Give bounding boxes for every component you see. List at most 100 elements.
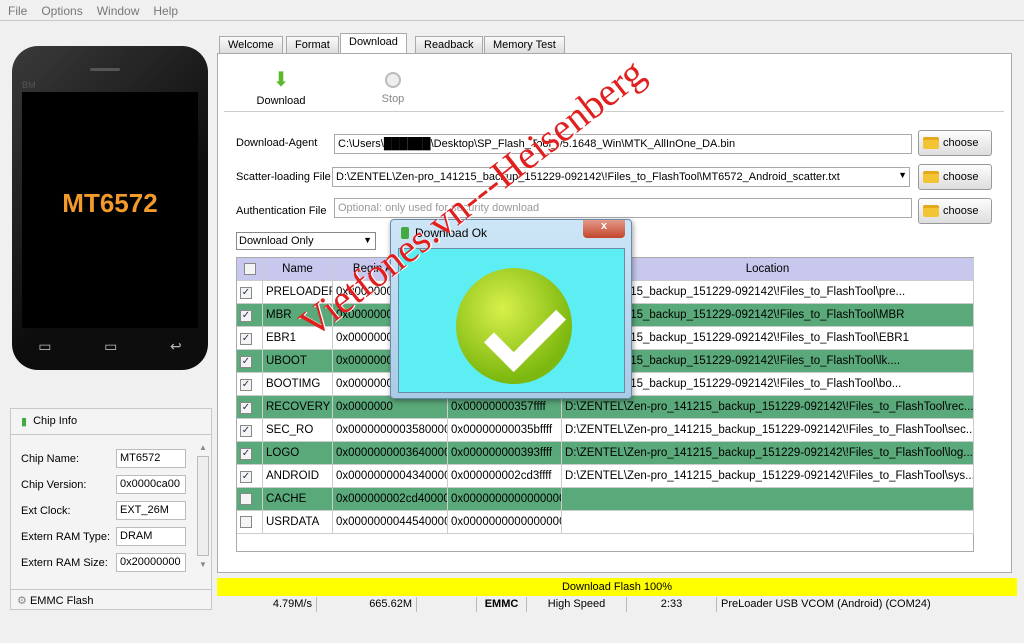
select-all-checkbox[interactable]: [243, 263, 256, 275]
scatter-file-select[interactable]: D:\ZENTEL\Zen-pro_141215_backup_151229-0…: [332, 167, 910, 187]
menu-bar: File Options Window Help: [0, 0, 1024, 21]
auth-file-label: Authentication File: [236, 205, 327, 217]
field-label: Extern RAM Size:: [21, 556, 108, 569]
back-icon: ↩: [169, 338, 182, 354]
chip-name-row: Chip Name: MT6572: [21, 449, 186, 468]
begin-address: 0x0000000003580000: [333, 419, 448, 442]
chip-info-title: Chip Info: [33, 415, 78, 427]
choose-scatter-button[interactable]: choose: [918, 164, 992, 190]
tab-memory-test[interactable]: Memory Test: [484, 36, 565, 54]
download-agent-input[interactable]: C:\Users\██████\Desktop\SP_Flash_Tool_v5…: [334, 134, 912, 154]
phone-chip-label: MT6572: [62, 188, 158, 218]
end-address: 0x00000000357ffff: [448, 396, 562, 419]
chip-icon: ▮: [21, 416, 28, 428]
partition-name: BOOTIMG: [263, 373, 333, 396]
partition-name: UBOOT: [263, 350, 333, 373]
stop-button[interactable]: Stop: [376, 72, 410, 105]
row-checkbox[interactable]: ✓: [240, 379, 252, 391]
chip-version-field[interactable]: 0x0000ca00: [116, 475, 186, 494]
download-mode-value: Download Only: [239, 235, 314, 247]
status-port: PreLoader USB VCOM (Android) (COM24): [721, 598, 931, 610]
download-button[interactable]: ⬇ Download: [256, 70, 306, 107]
location: [562, 488, 974, 511]
header-select-all[interactable]: [237, 258, 263, 281]
row-checkbox[interactable]: [240, 493, 252, 505]
status-time: 2:33: [627, 597, 717, 612]
row-checkbox[interactable]: [240, 516, 252, 528]
emmc-flash-label: EMMC Flash: [29, 595, 94, 607]
ext-clock-field[interactable]: EXT_26M: [116, 501, 186, 520]
chevron-down-icon: ▼: [363, 235, 372, 245]
close-button[interactable]: x: [583, 220, 625, 238]
download-mode-select[interactable]: Download Only ▼: [236, 232, 376, 250]
status-blank: [417, 597, 477, 612]
table-row[interactable]: ✓ RECOVERY 0x0000000 0x00000000357ffff D:\ZE…: [237, 396, 974, 419]
row-checkbox-cell: ✓: [237, 442, 263, 465]
begin-address: 0x0000000044540000: [333, 511, 448, 534]
row-checkbox[interactable]: ✓: [240, 402, 252, 414]
gear-icon: ⚙: [17, 595, 27, 607]
stop-label: Stop: [381, 93, 405, 105]
menu-file[interactable]: File: [8, 4, 27, 18]
chip-info-panel: ▮ Chip Info Chip Name: MT6572 Chip Version…: [10, 408, 212, 610]
row-checkbox-cell: [237, 488, 263, 511]
choose-label: choose: [943, 171, 979, 183]
row-checkbox-cell: ✓: [237, 396, 263, 419]
menu-help[interactable]: Help: [153, 4, 178, 18]
row-checkbox[interactable]: ✓: [240, 471, 252, 483]
status-bar: 4.79M/s 665.62M EMMC High Speed 2:33 Pre…: [217, 597, 1017, 612]
row-checkbox[interactable]: ✓: [240, 310, 252, 322]
table-row[interactable]: USRDATA 0x0000000044540000 0x0000000000000…: [237, 511, 974, 534]
end-address: 0x00000000035bffff: [448, 419, 562, 442]
tab-welcome[interactable]: Welcome: [219, 36, 283, 54]
table-row[interactable]: ✓ ANDROID 0x0000000004340000 0x000000002cd3…: [237, 465, 974, 488]
end-address: 0x0000000000000000: [448, 488, 562, 511]
choose-auth-button[interactable]: choose: [918, 198, 992, 224]
scatter-file-label: Scatter-loading File: [236, 171, 331, 183]
status-storage: EMMC: [477, 597, 527, 612]
folder-icon: [923, 205, 939, 217]
menu-window[interactable]: Window: [97, 4, 140, 18]
row-checkbox[interactable]: ✓: [240, 287, 252, 299]
location: D:\ZENTEL\Zen-pro_141215_backup_151229-0…: [562, 396, 974, 419]
partition-name: SEC_RO: [263, 419, 333, 442]
location: D:\ZENTEL\Zen-pro_141215_backup_151229-0…: [562, 465, 974, 488]
table-row[interactable]: CACHE 0x000000002cd40000 0x000000000000000…: [237, 488, 974, 511]
tab-readback[interactable]: Readback: [415, 36, 483, 54]
menu-options[interactable]: Options: [41, 4, 82, 18]
location: D:\ZENTEL\Zen-pro_141215_backup_151229-0…: [562, 442, 974, 465]
tab-download[interactable]: Download: [340, 33, 407, 54]
row-checkbox[interactable]: ✓: [240, 425, 252, 437]
row-checkbox-cell: ✓: [237, 419, 263, 442]
ram-type-field[interactable]: DRAM: [116, 527, 186, 546]
table-row[interactable]: ✓ SEC_RO 0x0000000003580000 0x00000000035bf…: [237, 419, 974, 442]
row-checkbox-cell: ✓: [237, 281, 263, 304]
row-checkbox[interactable]: ✓: [240, 356, 252, 368]
table-row[interactable]: ✓ LOGO 0x0000000003640000 0x000000000393fff…: [237, 442, 974, 465]
choose-label: choose: [943, 137, 979, 149]
begin-address: 0x000000002cd40000: [333, 488, 448, 511]
chip-info-scrollbar[interactable]: ▲ ▼: [197, 443, 209, 575]
stop-icon: [385, 72, 401, 88]
chip-name-field[interactable]: MT6572: [116, 449, 186, 468]
chevron-down-icon[interactable]: ▼: [898, 170, 907, 180]
choose-da-button[interactable]: choose: [918, 130, 992, 156]
home-icon: ▭: [104, 338, 118, 354]
app-icon: [401, 227, 409, 239]
auth-file-input[interactable]: Optional: only used for security downloa…: [334, 198, 912, 218]
divider: [224, 111, 1004, 112]
download-arrow-icon: ⬇: [272, 69, 290, 91]
ram-type-row: Extern RAM Type: DRAM: [21, 527, 186, 546]
tab-format[interactable]: Format: [286, 36, 339, 54]
row-checkbox[interactable]: ✓: [240, 448, 252, 460]
ram-size-field[interactable]: 0x20000000: [116, 553, 186, 572]
location: [562, 511, 974, 534]
emmc-flash-section[interactable]: ⚙ EMMC Flash: [11, 589, 211, 611]
download-agent-label: Download-Agent: [236, 137, 318, 149]
folder-icon: [923, 171, 939, 183]
chip-info-header[interactable]: ▮ Chip Info: [11, 409, 211, 435]
row-checkbox-cell: ✓: [237, 304, 263, 327]
row-checkbox-cell: ✓: [237, 373, 263, 396]
row-checkbox[interactable]: ✓: [240, 333, 252, 345]
row-checkbox-cell: ✓: [237, 465, 263, 488]
